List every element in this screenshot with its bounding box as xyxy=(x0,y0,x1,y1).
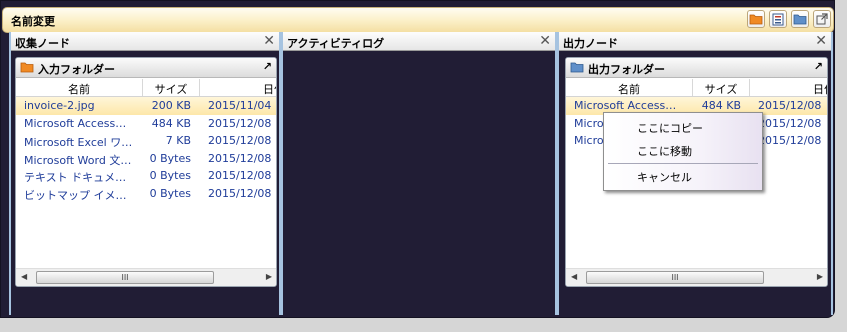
application-window: 名前変更 収集ノード ✕ 入力フォルダー ↗ 名前 サイズ 日 invoice-… xyxy=(0,0,847,332)
scroll-right-icon[interactable]: ▶ xyxy=(817,272,823,281)
output-node-header: 出力ノード ✕ xyxy=(559,32,831,51)
close-icon[interactable]: ✕ xyxy=(263,33,275,49)
menu-item-move-here[interactable]: ここに移動 xyxy=(604,138,762,160)
output-node-title: 出力ノード xyxy=(563,37,618,50)
external-link-button[interactable] xyxy=(813,10,831,28)
document-list-icon xyxy=(772,13,784,25)
column-size[interactable]: サイズ xyxy=(693,81,749,97)
file-name: Microsoft Access… xyxy=(24,116,127,130)
file-date: 2015/12/08 xyxy=(208,116,272,130)
file-date: 2015/12/08 xyxy=(758,134,822,148)
menu-item-cancel[interactable]: キャンセル xyxy=(604,164,762,186)
file-row[interactable]: Microsoft Excel ワ… 7 KB 2015/12/08 xyxy=(16,132,276,150)
menu-item-label: キャンセル xyxy=(637,171,692,184)
file-size: 484 KB xyxy=(701,99,741,112)
scroll-right-icon[interactable]: ▶ xyxy=(266,272,272,281)
file-size: 200 KB xyxy=(151,99,191,112)
title-bar: 名前変更 xyxy=(2,7,834,33)
horizontal-scrollbar[interactable]: ◀ III ▶ xyxy=(16,268,276,286)
file-date: 2015/12/08 xyxy=(758,116,822,130)
menu-item-copy-here[interactable]: ここにコピー xyxy=(604,115,762,137)
toolbar xyxy=(747,10,831,28)
scroll-grip: III xyxy=(671,273,679,282)
activity-log-header: アクティビティログ ✕ xyxy=(283,32,555,51)
menu-item-label: ここにコピー xyxy=(637,122,703,135)
blue-folder-icon xyxy=(570,62,584,73)
file-name: テキスト ドキュメ… xyxy=(24,171,127,185)
external-link-icon xyxy=(816,13,828,25)
file-name: ビットマップ イメ… xyxy=(24,188,127,202)
horizontal-scrollbar[interactable]: ◀ III ▶ xyxy=(566,268,827,286)
collect-node-header: 収集ノード ✕ xyxy=(11,32,279,51)
column-date[interactable]: 日付 xyxy=(750,81,827,97)
file-size: 7 KB xyxy=(165,134,191,148)
document-list-button[interactable] xyxy=(769,10,787,28)
file-row[interactable]: Microsoft Access… 484 KB 2015/12/08 xyxy=(16,115,276,133)
blue-folder-button[interactable] xyxy=(791,10,809,28)
file-name: Microsoft Excel ワ… xyxy=(24,136,133,150)
input-folder-file-list: invoice-2.jpg 200 KB 2015/11/04 Microsof… xyxy=(16,97,276,203)
output-folder-column-header: 名前 サイズ 日付 xyxy=(566,79,827,97)
file-size: 0 Bytes xyxy=(149,151,191,165)
file-row[interactable]: テキスト ドキュメ… 0 Bytes 2015/12/08 xyxy=(16,167,276,185)
collect-node-panel: 収集ノード ✕ 入力フォルダー ↗ 名前 サイズ 日付 xyxy=(9,32,281,315)
file-size: 484 KB xyxy=(151,116,191,130)
activity-log-panel: アクティビティログ ✕ xyxy=(281,32,557,315)
input-folder-title: 入力フォルダー xyxy=(38,63,115,76)
file-date: 2015/12/08 xyxy=(208,151,272,165)
context-menu: ここにコピー ここに移動 キャンセル xyxy=(603,112,763,191)
orange-folder-icon xyxy=(20,62,34,73)
column-name[interactable]: 名前 xyxy=(16,81,142,97)
activity-log-title: アクティビティログ xyxy=(287,37,385,50)
scroll-grip: III xyxy=(121,273,129,282)
file-row[interactable]: Microsoft Word 文… 0 Bytes 2015/12/08 xyxy=(16,150,276,168)
scroll-left-icon[interactable]: ◀ xyxy=(571,272,577,281)
file-date: 2015/11/04 xyxy=(208,99,272,112)
output-folder-title: 出力フォルダー xyxy=(588,63,665,76)
column-date[interactable]: 日付 xyxy=(200,81,276,97)
orange-folder-button[interactable] xyxy=(747,10,765,28)
file-size: 0 Bytes xyxy=(149,186,191,200)
output-folder-header: 出力フォルダー ↗ xyxy=(566,58,827,78)
file-row[interactable]: ビットマップ イメ… 0 Bytes 2015/12/08 xyxy=(16,185,276,203)
column-size[interactable]: サイズ xyxy=(143,81,199,97)
menu-item-label: ここに移動 xyxy=(637,145,692,158)
file-date: 2015/12/08 xyxy=(208,186,272,200)
scroll-thumb[interactable]: III xyxy=(586,271,764,284)
close-icon[interactable]: ✕ xyxy=(815,33,827,49)
file-name: invoice-2.jpg xyxy=(24,99,95,112)
window-title: 名前変更 xyxy=(11,15,55,28)
input-folder-column-header: 名前 サイズ 日付 xyxy=(16,79,276,97)
file-date: 2015/12/08 xyxy=(758,99,822,112)
file-date: 2015/12/08 xyxy=(208,169,272,183)
file-name: Microsoft Word 文… xyxy=(24,153,132,167)
scroll-left-icon[interactable]: ◀ xyxy=(21,272,27,281)
input-folder-pane: 入力フォルダー ↗ 名前 サイズ 日付 invoice-2.jpg 200 KB… xyxy=(15,57,277,287)
close-icon[interactable]: ✕ xyxy=(539,33,551,49)
file-name: Microsoft Access… xyxy=(574,99,677,112)
expand-icon[interactable]: ↗ xyxy=(263,60,272,73)
collect-node-title: 収集ノード xyxy=(15,37,70,50)
file-row[interactable]: invoice-2.jpg 200 KB 2015/11/04 xyxy=(16,97,276,115)
expand-icon[interactable]: ↗ xyxy=(814,60,823,73)
blue-folder-icon xyxy=(793,14,807,25)
orange-folder-icon xyxy=(749,14,763,25)
file-date: 2015/12/08 xyxy=(208,134,272,148)
column-name[interactable]: 名前 xyxy=(566,81,692,97)
scroll-thumb[interactable]: III xyxy=(36,271,214,284)
file-size: 0 Bytes xyxy=(149,169,191,183)
input-folder-header: 入力フォルダー ↗ xyxy=(16,58,276,78)
